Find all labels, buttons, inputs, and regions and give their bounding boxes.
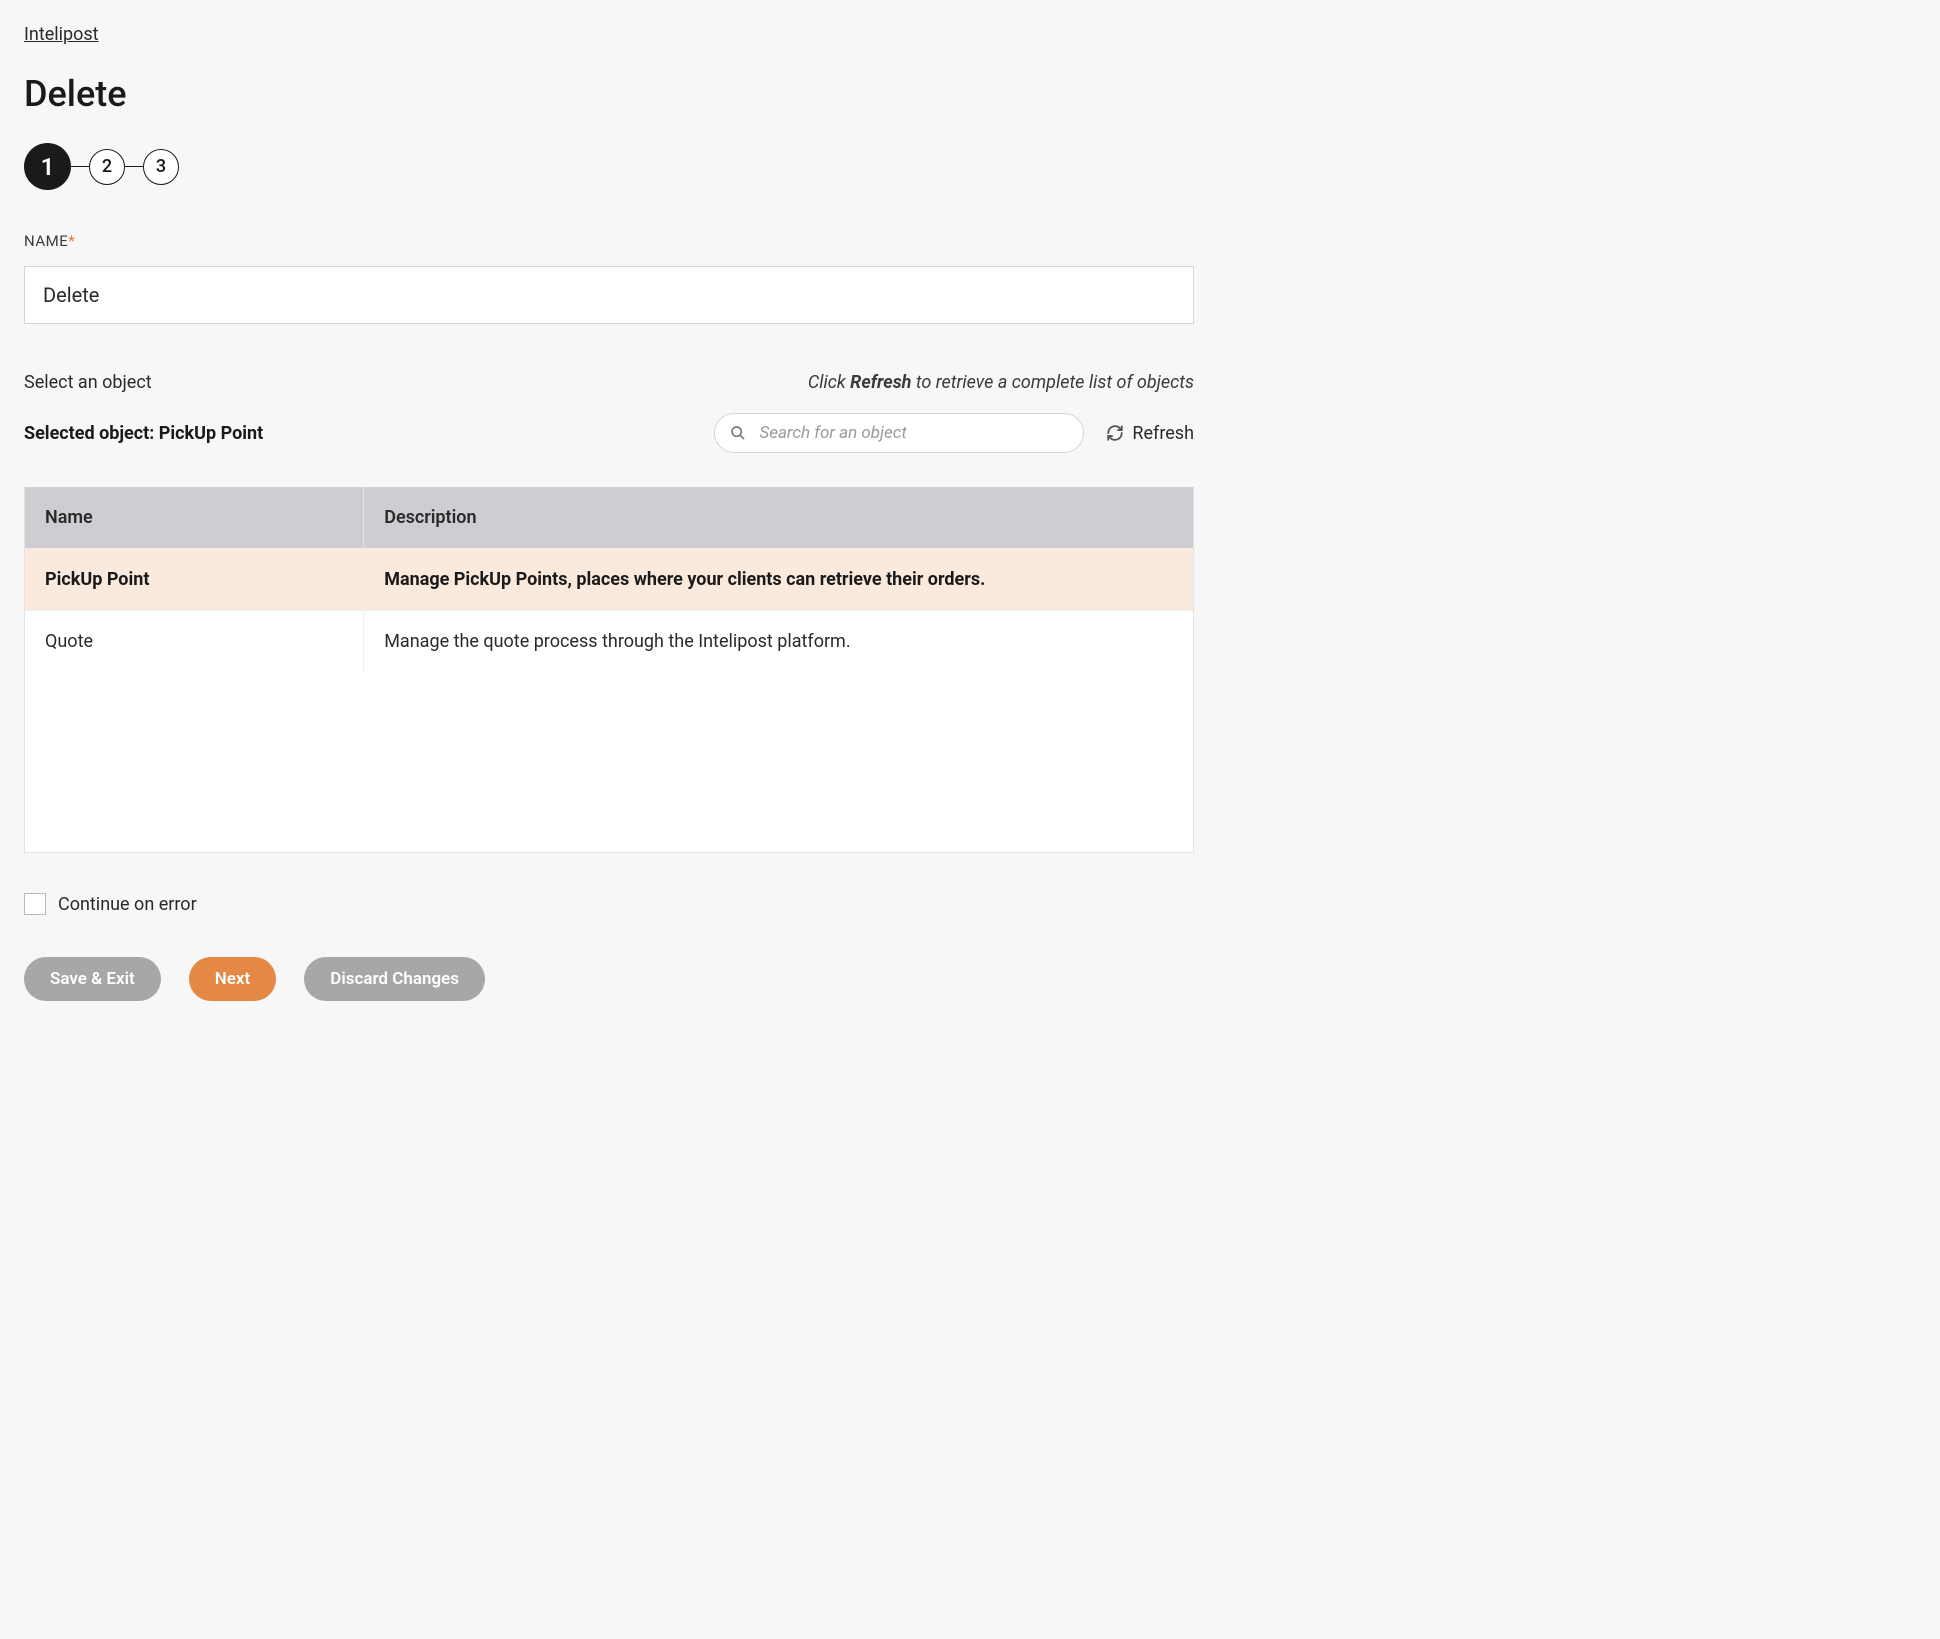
page-title: Delete <box>24 73 1916 115</box>
table-empty-area <box>25 672 1193 852</box>
stepper: 1 2 3 <box>24 143 1916 190</box>
discard-changes-button[interactable]: Discard Changes <box>304 957 485 1001</box>
refresh-button[interactable]: Refresh <box>1106 423 1194 444</box>
next-button[interactable]: Next <box>189 957 277 1001</box>
object-search-input[interactable] <box>714 413 1084 453</box>
object-table: Name Description PickUp Point Manage Pic… <box>24 487 1194 853</box>
step-2[interactable]: 2 <box>89 149 125 185</box>
continue-on-error-checkbox[interactable] <box>24 893 46 915</box>
name-field-label: NAME* <box>24 232 1916 250</box>
table-cell-name: PickUp Point <box>25 549 364 611</box>
table-row[interactable]: Quote Manage the quote process through t… <box>25 611 1193 673</box>
search-icon <box>730 425 746 441</box>
table-header-description[interactable]: Description <box>364 487 1193 549</box>
continue-on-error-label: Continue on error <box>58 894 197 915</box>
select-object-prompt: Select an object <box>24 372 152 393</box>
table-cell-description: Manage PickUp Points, places where your … <box>364 549 1193 611</box>
refresh-hint: Click Refresh to retrieve a complete lis… <box>808 372 1194 393</box>
table-cell-description: Manage the quote process through the Int… <box>364 611 1193 673</box>
table-row[interactable]: PickUp Point Manage PickUp Points, place… <box>25 549 1193 611</box>
name-input[interactable] <box>24 266 1194 324</box>
required-indicator: * <box>68 232 75 250</box>
refresh-label: Refresh <box>1132 423 1194 444</box>
step-3[interactable]: 3 <box>143 149 179 185</box>
step-connector <box>125 166 143 168</box>
selected-object-label: Selected object: PickUp Point <box>24 423 263 444</box>
table-cell-name: Quote <box>25 611 364 673</box>
step-1[interactable]: 1 <box>24 143 71 190</box>
refresh-icon <box>1106 424 1124 442</box>
breadcrumb-link[interactable]: Intelipost <box>24 24 99 45</box>
step-connector <box>71 166 89 168</box>
table-header-name[interactable]: Name <box>25 487 364 549</box>
save-exit-button[interactable]: Save & Exit <box>24 957 161 1001</box>
search-wrapper <box>714 413 1084 453</box>
